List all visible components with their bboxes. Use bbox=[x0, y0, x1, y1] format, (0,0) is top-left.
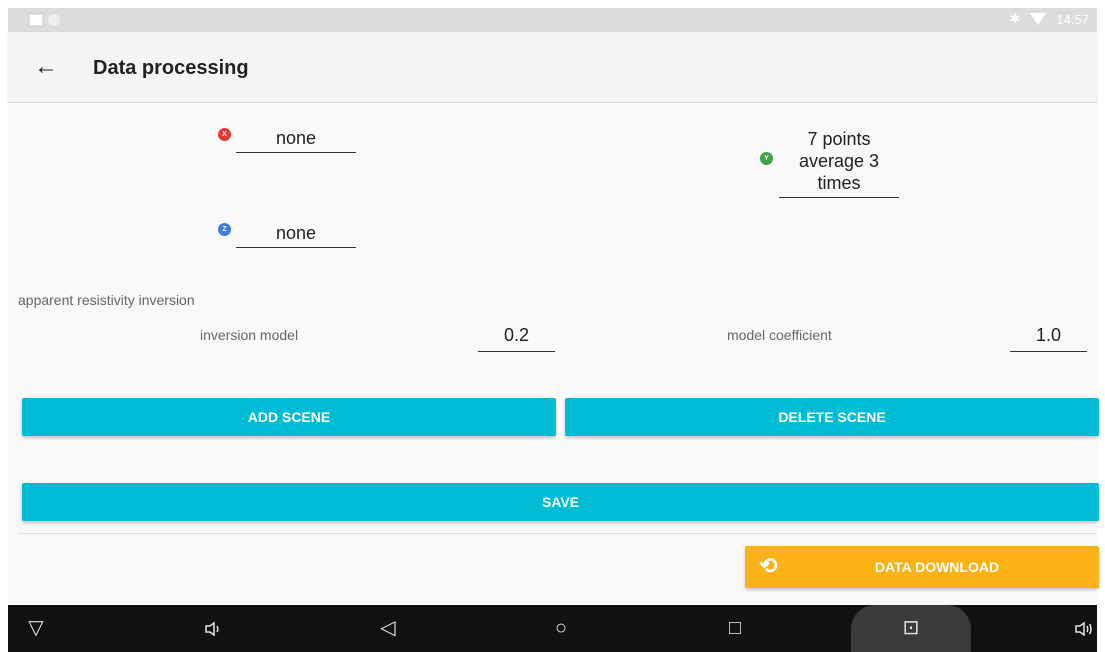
recents-nav-icon[interactable]: □ bbox=[715, 605, 755, 652]
volume-up-icon[interactable] bbox=[1063, 605, 1103, 652]
x-filter-field[interactable]: none bbox=[236, 128, 356, 153]
content-area: X none Y 7 points average 3 times Z none… bbox=[8, 103, 1099, 605]
y-filter-field[interactable]: 7 points average 3 times bbox=[779, 128, 899, 198]
inversion-model-field[interactable]: 0.2 bbox=[478, 325, 555, 352]
x-axis-badge-icon: X bbox=[218, 128, 231, 141]
app-bar: ← Data processing bbox=[8, 32, 1097, 103]
y-filter-line: average 3 bbox=[798, 151, 880, 171]
model-coefficient-field[interactable]: 1.0 bbox=[1010, 325, 1087, 352]
z-filter-field[interactable]: none bbox=[236, 223, 356, 248]
y-filter-line: times bbox=[817, 173, 861, 193]
screenshot-icon[interactable]: ⊡ bbox=[891, 605, 931, 652]
z-axis-badge-icon: Z bbox=[218, 223, 231, 236]
y-axis-badge-icon: Y bbox=[760, 152, 773, 165]
status-icons: ✱ 14:57 bbox=[1010, 11, 1089, 27]
hide-nav-icon[interactable]: ▽ bbox=[16, 605, 56, 652]
save-button[interactable]: SAVE bbox=[22, 483, 1099, 521]
data-download-label: DATA DOWNLOAD bbox=[874, 559, 1000, 575]
model-coefficient-label: model coefficient bbox=[727, 327, 832, 343]
status-time: 14:57 bbox=[1056, 11, 1089, 27]
back-arrow-icon[interactable]: ← bbox=[32, 54, 60, 82]
inversion-model-label: inversion model bbox=[200, 327, 299, 343]
divider bbox=[18, 533, 1097, 534]
image-notification-icon bbox=[30, 15, 42, 25]
circle-notification-icon bbox=[48, 14, 60, 26]
back-nav-icon[interactable]: ◁ bbox=[368, 605, 408, 652]
system-nav-bar: ▽ ◁ ○ □ ⊡ bbox=[8, 605, 1097, 652]
bluetooth-icon: ✱ bbox=[1009, 11, 1021, 26]
home-nav-icon[interactable]: ○ bbox=[541, 605, 581, 652]
data-download-button[interactable]: ⟲ DATA DOWNLOAD bbox=[745, 546, 1099, 588]
status-bar: ✱ 14:57 bbox=[8, 8, 1097, 32]
delete-scene-button[interactable]: DELETE SCENE bbox=[565, 398, 1099, 436]
page-title: Data processing bbox=[93, 57, 249, 79]
inversion-section-label: apparent resistivity inversion bbox=[18, 292, 195, 308]
volume-down-icon[interactable] bbox=[192, 605, 232, 652]
wifi-icon bbox=[1030, 13, 1047, 25]
y-filter-line: 7 points bbox=[807, 129, 871, 149]
add-scene-button[interactable]: ADD SCENE bbox=[22, 398, 556, 436]
